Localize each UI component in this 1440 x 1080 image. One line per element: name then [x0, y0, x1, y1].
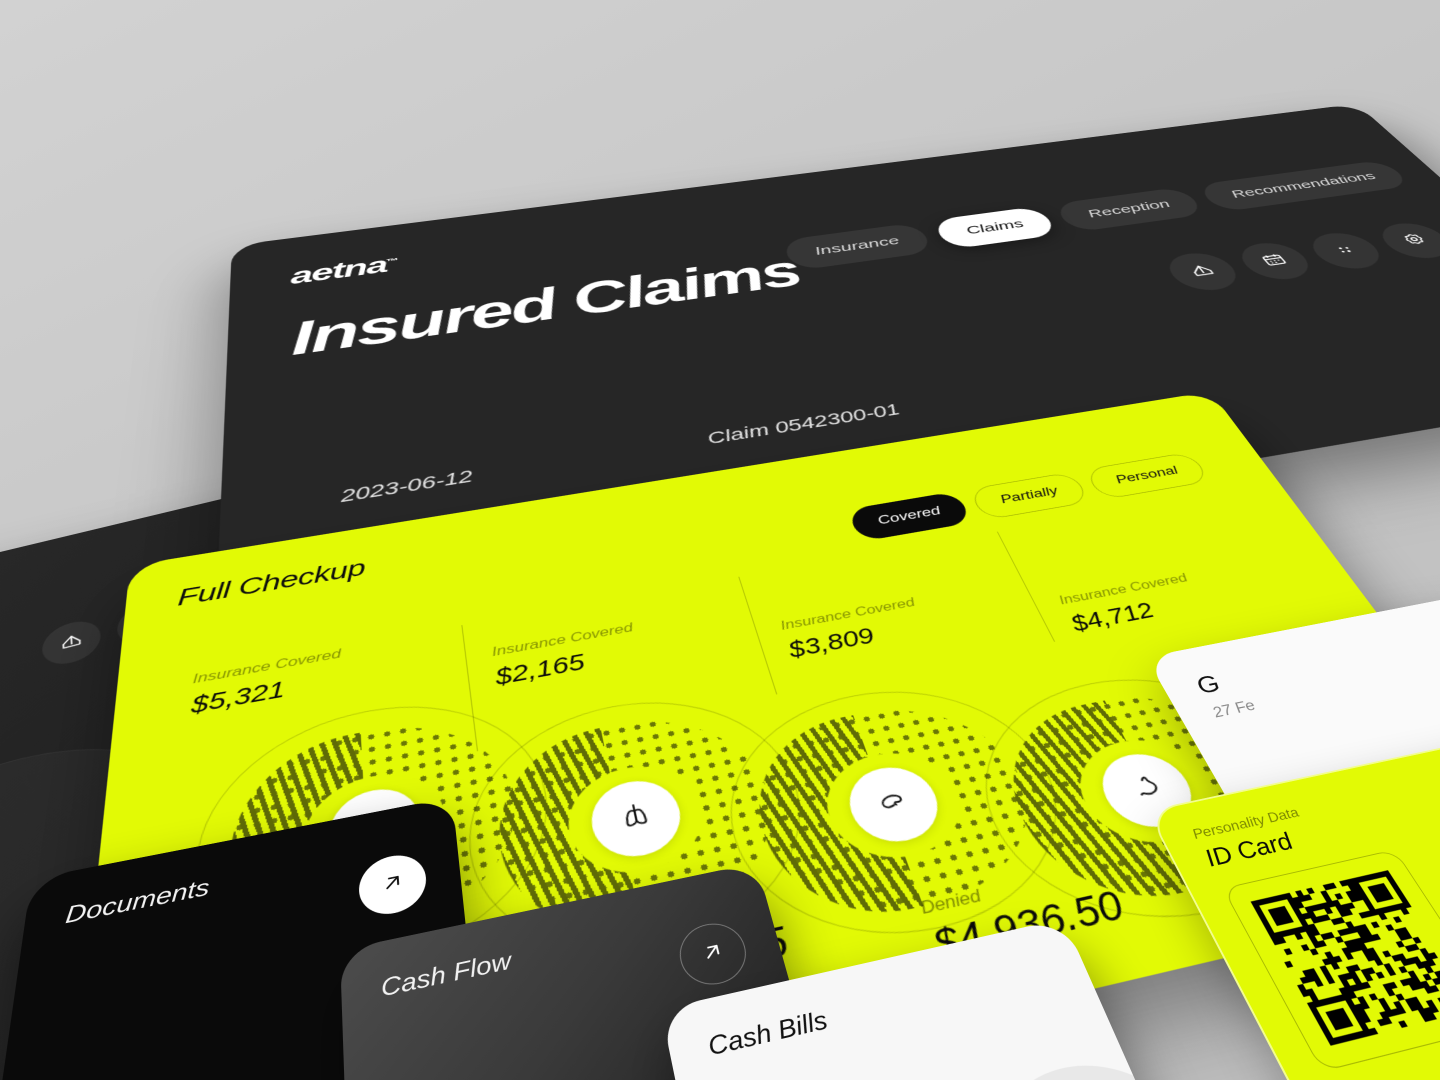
arrow-up-right-icon: [379, 868, 407, 900]
decorative-blob: [958, 1044, 1194, 1080]
kidney-icon: [869, 783, 917, 825]
arrow-up-right-icon: [697, 937, 729, 970]
brand-logo-text: aetna: [290, 253, 388, 290]
gear-icon: [1396, 231, 1434, 250]
stomach-icon: [1121, 769, 1173, 811]
qr-code: [1250, 870, 1440, 1046]
share-button[interactable]: [1159, 249, 1248, 294]
scatter-dots-icon: [1327, 241, 1365, 260]
scatter-dots-button[interactable]: [1301, 229, 1392, 273]
calendar-icon: [1256, 251, 1293, 271]
lungs-icon: [614, 797, 659, 840]
brand-logo[interactable]: aetna™: [290, 252, 399, 290]
filter-partially[interactable]: Partially: [968, 471, 1091, 521]
share-button[interactable]: [41, 615, 102, 671]
calendar-button[interactable]: [1230, 239, 1320, 283]
qr-code-container[interactable]: [1222, 849, 1440, 1072]
dashboard-canvas: Lin: [0, 0, 1440, 1080]
trademark-mark: ™: [385, 256, 398, 266]
share-icon: [1184, 261, 1221, 281]
claim-id: Claim 0542300-01: [704, 400, 904, 448]
share-icon: [59, 630, 84, 656]
claim-date: 2023-06-12: [340, 466, 474, 507]
filter-personal[interactable]: Personal: [1083, 451, 1212, 500]
settings-button[interactable]: [1370, 219, 1440, 262]
filter-covered[interactable]: Covered: [846, 491, 973, 542]
